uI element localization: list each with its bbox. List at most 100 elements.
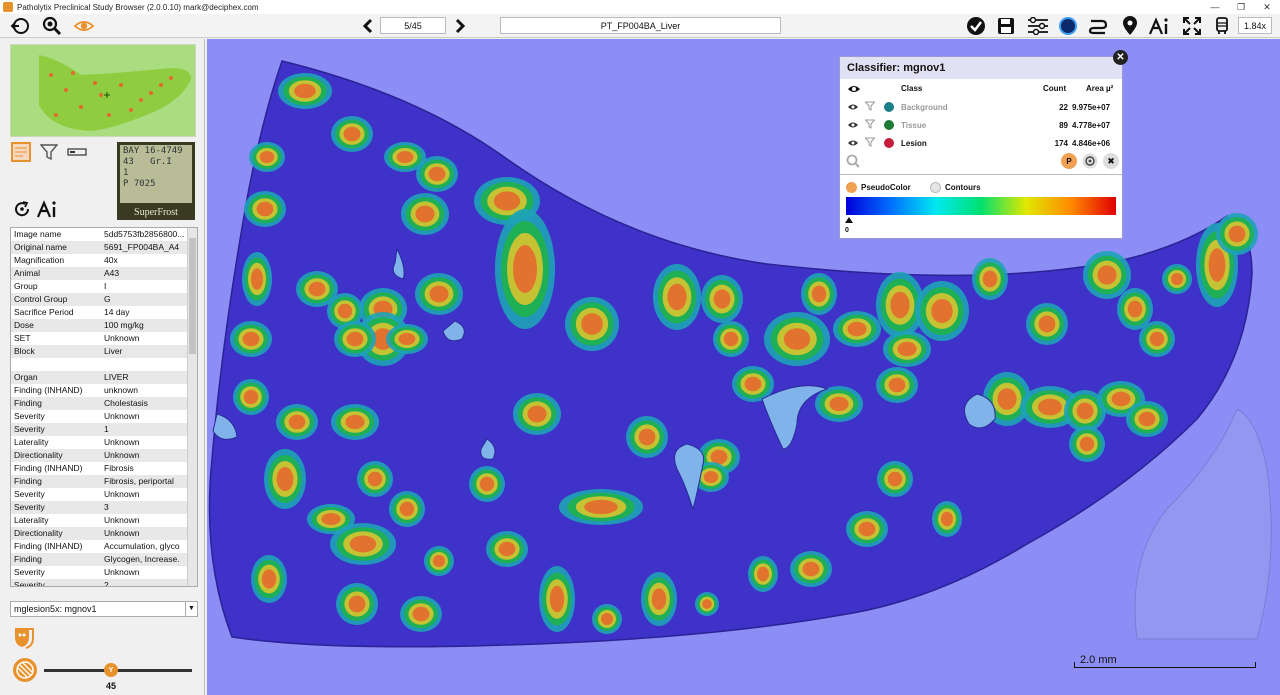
slide-thumbnail[interactable] xyxy=(10,44,196,137)
maximize-button[interactable]: ❐ xyxy=(1228,0,1254,14)
visibility-eye-icon[interactable] xyxy=(847,103,859,111)
metadata-row[interactable]: Finding (INHAND) Fibrosis xyxy=(11,462,197,475)
lesion-heat-spot xyxy=(308,281,326,297)
metadata-key: Severity xyxy=(14,489,45,499)
lesion-heat-spot xyxy=(549,585,565,613)
close-window-button[interactable]: ✕ xyxy=(1254,0,1280,14)
previous-image-icon[interactable] xyxy=(358,16,378,36)
metadata-row[interactable]: Directionality Unknown xyxy=(11,449,197,462)
metadata-row[interactable]: Finding (INHAND) Accumulation, glyco xyxy=(11,540,197,553)
metadata-view-icon[interactable] xyxy=(11,142,31,162)
color-circle-icon[interactable] xyxy=(1058,16,1078,36)
lesion-heat-spot xyxy=(412,606,430,622)
minimize-button[interactable]: — xyxy=(1202,0,1228,14)
zoom-icon[interactable] xyxy=(42,16,62,36)
class-filter-icon[interactable] xyxy=(865,119,875,129)
fullscreen-icon[interactable] xyxy=(1182,16,1202,36)
metadata-table[interactable]: Image name 5dd5753fb2856800... Original na… xyxy=(10,227,198,587)
save-icon[interactable] xyxy=(996,16,1016,36)
metadata-key: Finding (INHAND) xyxy=(14,385,83,395)
gradient-marker-icon[interactable] xyxy=(845,217,853,223)
metadata-row[interactable]: Group I xyxy=(11,280,197,293)
overlay-settings-icon[interactable] xyxy=(1082,153,1098,169)
pseudocolor-toggle-button[interactable]: P xyxy=(1061,153,1077,169)
metadata-row[interactable]: Block Liver xyxy=(11,345,197,358)
metadata-row[interactable]: Directionality Unknown xyxy=(11,527,197,540)
mask-icon[interactable] xyxy=(11,624,37,650)
metadata-key: Organ xyxy=(14,372,38,382)
ai-icon[interactable] xyxy=(1148,16,1172,36)
contours-radio[interactable]: Contours xyxy=(930,182,981,193)
back-icon[interactable] xyxy=(10,16,30,36)
lesion-heat-spot xyxy=(1097,265,1117,285)
class-filter-icon[interactable] xyxy=(865,101,875,111)
metadata-row[interactable]: Animal A43 xyxy=(11,267,197,280)
visibility-eye-icon[interactable] xyxy=(847,139,859,147)
slide-label-text: BAY 16-4749 43 Gr.I 1 P 7025 xyxy=(120,145,192,203)
metadata-key: Severity xyxy=(14,424,45,434)
metadata-row[interactable]: Image name 5dd5753fb2856800... xyxy=(11,228,197,241)
refresh-target-icon[interactable] xyxy=(11,199,33,219)
metadata-scroll-thumb[interactable] xyxy=(189,238,196,354)
class-count: 22 xyxy=(1059,103,1068,112)
metadata-row[interactable] xyxy=(11,358,197,371)
metadata-row[interactable]: Severity 3 xyxy=(11,501,197,514)
class-row-tissue[interactable]: Tissue 89 4.778e+07 xyxy=(840,116,1124,134)
check-icon[interactable] xyxy=(966,16,986,36)
lesion-heat-spot xyxy=(941,511,953,527)
metadata-scrollbar[interactable] xyxy=(187,228,197,586)
lesion-heat-spot xyxy=(1208,248,1226,282)
search-classes-icon[interactable] xyxy=(846,154,860,168)
opacity-slider-knob[interactable]: Y xyxy=(104,663,118,677)
lesion-heat-spot xyxy=(251,268,263,290)
lesion-heat-spot xyxy=(493,191,521,211)
clear-overlay-icon[interactable]: ✖ xyxy=(1103,153,1119,169)
location-pin-icon[interactable] xyxy=(1120,16,1140,36)
filter-icon[interactable] xyxy=(39,142,59,162)
class-filter-icon[interactable] xyxy=(865,137,875,147)
ai-analysis-icon[interactable] xyxy=(36,199,60,219)
pseudocolor-gradient[interactable] xyxy=(846,197,1116,215)
zoom-level[interactable]: 1.84x xyxy=(1238,17,1272,34)
metadata-row[interactable]: Organ LIVER xyxy=(11,371,197,384)
metadata-row[interactable]: Laterality Unknown xyxy=(11,514,197,527)
class-row-lesion[interactable]: Lesion 174 4.846e+06 xyxy=(840,134,1124,152)
layers-icon[interactable] xyxy=(12,657,38,683)
eye-icon[interactable] xyxy=(74,16,94,36)
metadata-row[interactable]: Severity Unknown xyxy=(11,488,197,501)
app-icon xyxy=(3,2,13,12)
metadata-row[interactable]: Control Group G xyxy=(11,293,197,306)
visibility-eye-icon[interactable] xyxy=(847,121,859,129)
metadata-row[interactable]: Finding Cholestasis xyxy=(11,397,197,410)
pseudocolor-radio[interactable]: PseudoColor xyxy=(846,182,911,193)
visibility-all-icon[interactable] xyxy=(847,84,861,96)
next-image-icon[interactable] xyxy=(450,16,470,36)
slide-scanner-icon[interactable] xyxy=(1212,16,1232,36)
metadata-row[interactable]: Sacrifice Period 14 day xyxy=(11,306,197,319)
metadata-row[interactable]: SET Unknown xyxy=(11,332,197,345)
close-classifier-icon[interactable]: ✕ xyxy=(1113,50,1128,65)
metadata-row[interactable]: Magnification 40x xyxy=(11,254,197,267)
metadata-row[interactable]: Laterality Unknown xyxy=(11,436,197,449)
slide-label-icon[interactable] xyxy=(66,142,88,162)
metadata-row[interactable]: Finding Glycogen, Increase. xyxy=(11,553,197,566)
lesion-heat-spot xyxy=(783,328,811,350)
metadata-row[interactable]: Finding (INHAND) unknown xyxy=(11,384,197,397)
route-icon[interactable] xyxy=(1088,16,1108,36)
toolbar: 5/45 PT_FP004BA_Liver 1.84x xyxy=(0,14,1280,38)
metadata-row[interactable]: Dose 100 mg/kg xyxy=(11,319,197,332)
lesion-heat-spot xyxy=(702,599,712,609)
metadata-row[interactable]: Severity Unknown xyxy=(11,410,197,423)
classifier-dropdown[interactable]: mglesion5x: mgnov1 ▼ xyxy=(10,601,198,617)
metadata-row[interactable]: Severity Unknown xyxy=(11,566,197,579)
lesion-heat-spot xyxy=(1076,402,1094,420)
class-row-background[interactable]: Background 22 9.975e+07 xyxy=(840,98,1124,116)
metadata-value: Unknown xyxy=(104,515,140,525)
adjustments-icon[interactable] xyxy=(1026,16,1050,36)
metadata-row[interactable]: Severity 2 xyxy=(11,579,197,586)
metadata-row[interactable]: Severity 1 xyxy=(11,423,197,436)
opacity-slider-track[interactable] xyxy=(44,669,192,672)
chevron-down-icon[interactable]: ▼ xyxy=(185,602,197,616)
metadata-row[interactable]: Finding Fibrosis, periportal xyxy=(11,475,197,488)
metadata-row[interactable]: Original name 5691_FP004BA_A4 xyxy=(11,241,197,254)
